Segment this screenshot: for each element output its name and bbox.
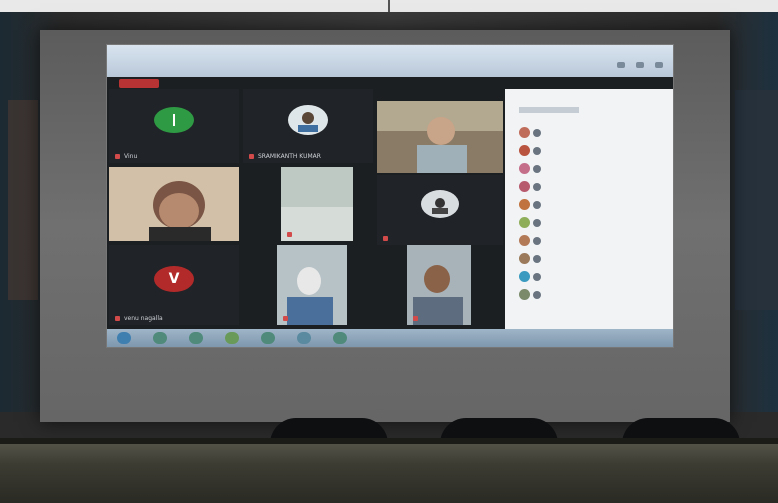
participant-name bbox=[413, 315, 422, 322]
participant-name: SRAMIKANTH KUMAR bbox=[249, 153, 321, 160]
participant-name: Vinu bbox=[115, 153, 137, 160]
participants-header bbox=[519, 107, 579, 113]
participants-panel bbox=[505, 89, 673, 329]
avatar bbox=[519, 235, 530, 246]
conference-table bbox=[0, 438, 778, 503]
meeting-window: Vinu SRAMIKANTH KUMAR V venu nagalla bbox=[106, 44, 674, 348]
video-feed bbox=[281, 167, 353, 241]
mic-muted-icon bbox=[383, 236, 388, 241]
mic-muted-icon[interactable] bbox=[533, 237, 541, 245]
profile-photo-icon bbox=[432, 198, 448, 215]
start-icon[interactable] bbox=[117, 332, 131, 344]
person-icon bbox=[173, 114, 175, 127]
video-feed bbox=[407, 245, 471, 325]
participant-tile[interactable] bbox=[377, 175, 503, 245]
room-ceiling bbox=[0, 0, 778, 12]
video-grid: Vinu SRAMIKANTH KUMAR V venu nagalla bbox=[107, 89, 505, 329]
avatar: V bbox=[154, 265, 194, 292]
avatar bbox=[519, 145, 530, 156]
avatar bbox=[519, 163, 530, 174]
participant-name bbox=[283, 315, 292, 322]
recording-badge bbox=[119, 79, 159, 88]
video-feed bbox=[109, 167, 239, 241]
ceiling-mark bbox=[388, 0, 390, 12]
mic-muted-icon[interactable] bbox=[533, 201, 541, 209]
video-feed bbox=[377, 101, 503, 173]
profile-photo-icon bbox=[298, 112, 318, 133]
mic-muted-icon[interactable] bbox=[533, 291, 541, 299]
taskbar-app-icon[interactable] bbox=[297, 332, 311, 344]
participant-name bbox=[287, 231, 296, 238]
avatar bbox=[519, 181, 530, 192]
participant-video[interactable] bbox=[377, 101, 503, 173]
avatar bbox=[519, 127, 530, 138]
mic-muted-icon[interactable] bbox=[533, 129, 541, 137]
avatar bbox=[288, 105, 328, 136]
participant-video[interactable] bbox=[277, 245, 347, 325]
mic-muted-icon[interactable] bbox=[533, 147, 541, 155]
close-icon[interactable] bbox=[655, 62, 663, 68]
taskbar-app-icon[interactable] bbox=[153, 332, 167, 344]
mic-muted-icon[interactable] bbox=[533, 255, 541, 263]
avatar bbox=[421, 190, 459, 219]
mic-muted-icon bbox=[283, 316, 288, 321]
left-wall-reflection bbox=[8, 100, 38, 300]
participant-tile[interactable]: Vinu bbox=[109, 89, 239, 163]
mic-muted-icon bbox=[249, 154, 254, 159]
minimize-icon[interactable] bbox=[616, 62, 625, 68]
mic-muted-icon[interactable] bbox=[533, 183, 541, 191]
mic-muted-icon[interactable] bbox=[533, 165, 541, 173]
participant-tile[interactable]: SRAMIKANTH KUMAR bbox=[243, 89, 373, 163]
mic-muted-icon[interactable] bbox=[533, 273, 541, 281]
participant-video[interactable] bbox=[407, 245, 471, 325]
mic-muted-icon bbox=[115, 316, 120, 321]
mic-muted-icon bbox=[413, 316, 418, 321]
taskbar bbox=[107, 329, 673, 347]
mic-muted-icon bbox=[115, 154, 120, 159]
mic-muted-icon[interactable] bbox=[533, 219, 541, 227]
taskbar-app-icon[interactable] bbox=[225, 332, 239, 344]
participant-name: venu nagalla bbox=[115, 315, 163, 322]
window-controls bbox=[611, 53, 663, 72]
avatar bbox=[519, 199, 530, 210]
right-window-panel bbox=[735, 90, 778, 310]
browser-titlebar bbox=[107, 45, 673, 77]
mic-muted-icon bbox=[287, 232, 292, 237]
avatar bbox=[519, 289, 530, 300]
table-edge bbox=[0, 438, 778, 444]
video-feed bbox=[277, 245, 347, 325]
participant-tile[interactable]: V venu nagalla bbox=[109, 245, 239, 325]
avatar bbox=[519, 271, 530, 282]
avatar bbox=[519, 253, 530, 264]
taskbar-app-icon[interactable] bbox=[333, 332, 347, 344]
participant-video[interactable] bbox=[281, 167, 353, 241]
taskbar-app-icon[interactable] bbox=[261, 332, 275, 344]
maximize-icon[interactable] bbox=[635, 62, 644, 68]
participant-name bbox=[383, 235, 392, 242]
taskbar-app-icon[interactable] bbox=[189, 332, 203, 344]
avatar bbox=[154, 107, 194, 134]
participant-video[interactable] bbox=[109, 167, 239, 241]
avatar bbox=[519, 217, 530, 228]
